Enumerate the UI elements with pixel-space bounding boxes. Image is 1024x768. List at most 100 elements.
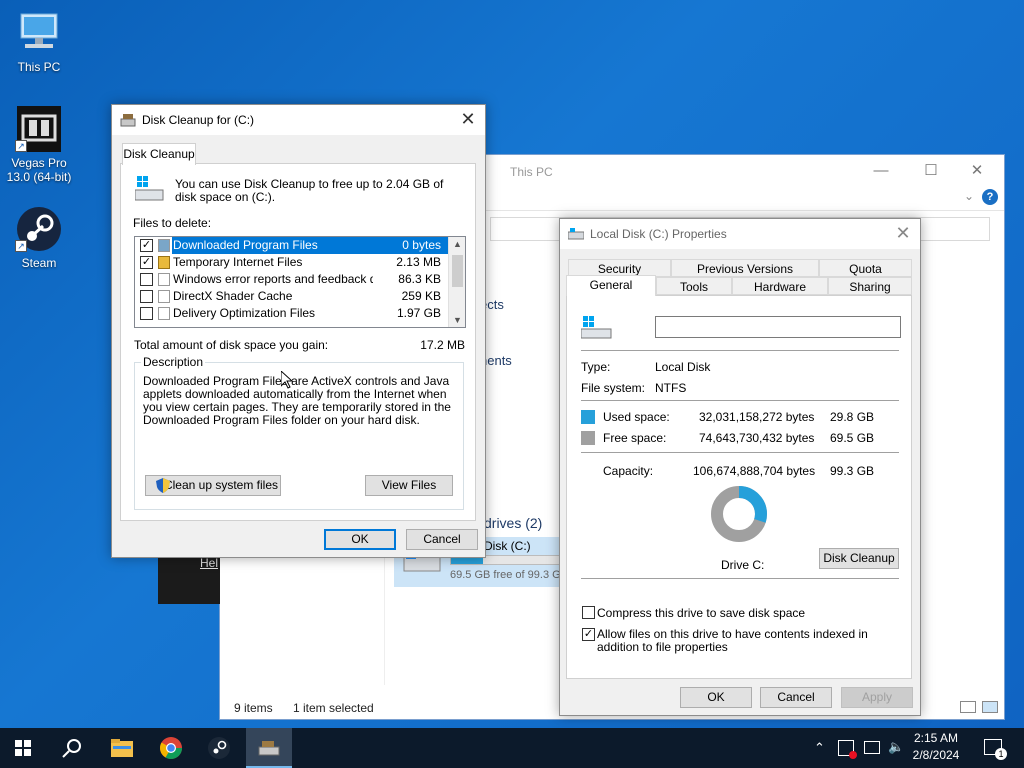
file-checkbox[interactable]: [140, 290, 153, 303]
file-checkbox[interactable]: ✓: [140, 239, 153, 252]
taskbar-file-explorer[interactable]: [98, 728, 144, 768]
file-row[interactable]: ✓ Temporary Internet Files 2.13 MB: [135, 254, 449, 271]
file-checkbox[interactable]: [140, 273, 153, 286]
file-name: Delivery Optimization Files: [173, 306, 316, 320]
disk-cleanup-button[interactable]: Disk Cleanup: [819, 548, 899, 569]
details-view-icon[interactable]: [960, 701, 976, 713]
cancel-button[interactable]: Cancel: [760, 687, 832, 708]
taskbar-disk-cleanup[interactable]: [246, 728, 292, 768]
notification-center-icon[interactable]: 1: [984, 739, 1007, 760]
capacity-bytes: 106,674,888,704 bytes: [693, 464, 816, 478]
search-button[interactable]: [48, 728, 94, 768]
general-panel: Type: Local Disk File system: NTFS Used …: [566, 295, 912, 679]
tab-sharing[interactable]: Sharing: [828, 277, 912, 295]
drives-group-header[interactable]: drives (2): [484, 515, 542, 531]
file-row[interactable]: DirectX Shader Cache 259 KB: [135, 288, 449, 305]
security-tray-icon[interactable]: [838, 740, 857, 759]
desktop-icon-label: This PC: [17, 60, 61, 74]
used-space-bytes: 32,031,158,272 bytes: [699, 410, 815, 424]
file-icon: [158, 307, 170, 320]
type-value: Local Disk: [655, 360, 711, 374]
view-files-button[interactable]: View Files: [365, 475, 453, 496]
tab-tools[interactable]: Tools: [656, 277, 732, 295]
dialog-title: Disk Cleanup for (C:): [142, 113, 255, 127]
compress-checkbox[interactable]: [582, 606, 595, 619]
capacity-label: Capacity:: [603, 464, 654, 478]
help-link-panel: Hel: [158, 556, 220, 604]
compress-label: Compress this drive to save disk space: [597, 606, 806, 620]
tiles-view-icon[interactable]: [982, 701, 998, 713]
tab-disk-cleanup[interactable]: Disk Cleanup: [122, 143, 196, 165]
shield-icon: [156, 478, 170, 493]
files-list-scrollbar[interactable]: ▲ ▼: [448, 237, 465, 327]
free-space-swatch: [581, 431, 595, 445]
scroll-thumb[interactable]: [452, 255, 463, 287]
file-row[interactable]: ✓ Downloaded Program Files 0 bytes: [135, 237, 449, 254]
disk-cleanup-dialog[interactable]: Disk Cleanup for (C:) ✕ Disk Cleanup You…: [111, 104, 486, 558]
file-size: 0 bytes: [402, 238, 441, 252]
description-group: Description Downloaded Program Files are…: [134, 355, 464, 510]
start-button[interactable]: [0, 728, 46, 768]
type-label: Type:: [581, 360, 611, 374]
disk-cleanup-icon: [120, 113, 136, 127]
close-button[interactable]: ✕: [954, 159, 1000, 183]
drive-name-input[interactable]: [655, 316, 901, 338]
steam-icon: [208, 737, 230, 759]
scroll-down-icon[interactable]: ▼: [449, 315, 465, 325]
ok-button[interactable]: OK: [324, 529, 396, 550]
help-icon[interactable]: ?: [982, 189, 998, 205]
free-space-label: Free space:: [603, 431, 667, 445]
used-space-gb: 29.8 GB: [830, 410, 875, 424]
ok-button[interactable]: OK: [680, 687, 752, 708]
files-list[interactable]: ✓ Downloaded Program Files 0 bytes ✓ Tempora…: [134, 236, 466, 328]
close-icon[interactable]: ✕: [892, 223, 914, 245]
index-checkbox[interactable]: ✓: [582, 628, 595, 641]
desktop-icon-this-pc[interactable]: This PC: [1, 10, 77, 74]
desktop-icon-vegas-pro[interactable]: ↗ Vegas Pro 13.0 (64-bit): [1, 106, 77, 184]
network-tray-icon[interactable]: [864, 741, 880, 754]
file-checkbox[interactable]: [140, 307, 153, 320]
tab-previous-versions[interactable]: Previous Versions: [671, 259, 819, 277]
clock-date[interactable]: 2/8/2024: [906, 748, 966, 762]
intro-text: You can use Disk Cleanup to free up to 2…: [175, 177, 444, 204]
clock-time[interactable]: 2:15 AM: [906, 731, 966, 745]
drive-icon: [567, 228, 585, 240]
vegas-pro-icon: ↗: [15, 106, 63, 152]
cancel-button[interactable]: Cancel: [406, 529, 478, 550]
notification-count: 1: [995, 748, 1007, 760]
file-checkbox[interactable]: ✓: [140, 256, 153, 269]
file-row[interactable]: Windows error reports and feedback di...…: [135, 271, 449, 288]
lock-icon: [158, 256, 170, 269]
shortcut-arrow-icon: ↗: [15, 140, 27, 152]
apply-button[interactable]: Apply: [841, 687, 913, 708]
status-items: 9 items: [234, 701, 273, 715]
tab-quota[interactable]: Quota: [819, 259, 912, 277]
maximize-button[interactable]: ☐: [908, 159, 954, 183]
total-label: Total amount of disk space you gain:: [134, 338, 329, 352]
file-name: Temporary Internet Files: [173, 255, 303, 269]
help-link[interactable]: Hel: [200, 556, 218, 570]
free-space-bytes: 74,643,730,432 bytes: [699, 431, 815, 445]
taskbar-steam[interactable]: [196, 728, 242, 768]
desktop-icon-steam[interactable]: ↗ Steam: [1, 206, 77, 270]
show-hidden-icons-icon[interactable]: ⌃: [814, 740, 825, 756]
properties-titlebar: Local Disk (C:) Properties ✕: [560, 219, 920, 249]
scroll-up-icon[interactable]: ▲: [449, 239, 465, 249]
volume-muted-icon[interactable]: 🔈: [888, 739, 904, 755]
folder-icon: [111, 739, 133, 757]
file-row[interactable]: Delivery Optimization Files 1.97 GB: [135, 305, 449, 322]
minimize-button[interactable]: —: [858, 159, 904, 183]
windows-drive-icon: [134, 176, 165, 204]
taskbar-chrome[interactable]: [148, 728, 194, 768]
disk-cleanup-titlebar: Disk Cleanup for (C:) ✕: [112, 105, 485, 135]
clean-up-system-files-button[interactable]: Clean up system files: [145, 475, 281, 496]
close-icon[interactable]: ✕: [457, 109, 479, 131]
disk-cleanup-panel: You can use Disk Cleanup to free up to 2…: [120, 163, 476, 521]
file-name: DirectX Shader Cache: [173, 289, 293, 303]
divider: [581, 350, 899, 351]
tab-hardware[interactable]: Hardware: [732, 277, 828, 295]
tab-general[interactable]: General: [566, 275, 656, 296]
properties-dialog[interactable]: Local Disk (C:) Properties ✕ Security Pr…: [559, 218, 921, 716]
ribbon-expand-icon[interactable]: ⌄: [964, 189, 974, 203]
drive-name: Disk (C:): [484, 539, 531, 553]
